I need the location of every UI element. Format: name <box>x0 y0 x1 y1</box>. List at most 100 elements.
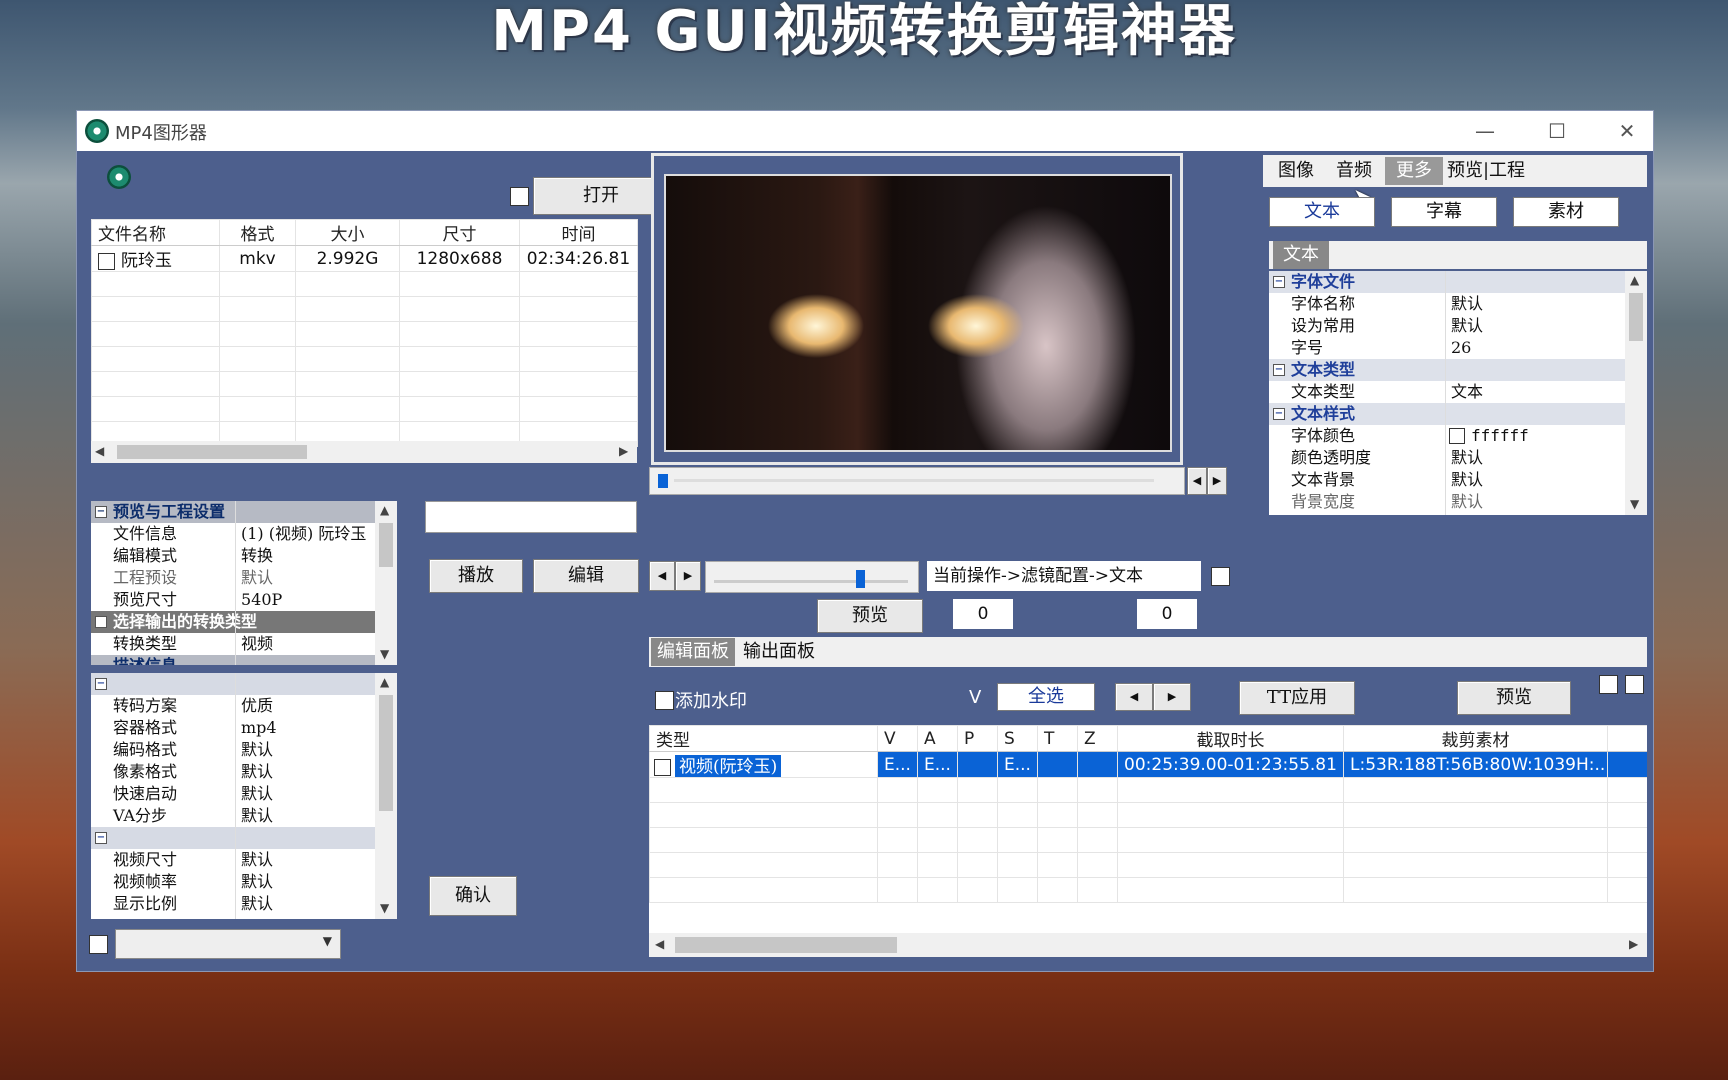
collapse-icon[interactable]: − <box>1273 408 1285 420</box>
tab-edit-panel[interactable]: 编辑面板 <box>651 638 735 666</box>
maximize-button[interactable]: ☐ <box>1535 117 1579 145</box>
col-type[interactable]: 类型 <box>649 725 878 752</box>
preview-button[interactable]: 预览 <box>817 599 923 633</box>
operation-checkbox[interactable] <box>1211 567 1230 586</box>
tab-audio[interactable]: 音频 <box>1325 157 1383 185</box>
tt-apply-button[interactable]: TT应用 <box>1239 681 1355 715</box>
col-size[interactable]: 大小 <box>295 219 400 246</box>
col-t[interactable]: T <box>1037 725 1078 752</box>
col-duration[interactable]: 截取时长 <box>1117 725 1344 752</box>
prop-row[interactable]: 转码方案 优质 <box>91 695 375 717</box>
value-field-2[interactable]: 0 <box>1137 599 1197 629</box>
scroll-left-icon[interactable]: ◀ <box>655 937 664 951</box>
collapse-icon[interactable]: − <box>1273 276 1285 288</box>
prop-row[interactable]: 字体名称 默认 <box>1269 293 1625 315</box>
prop-row[interactable]: 显示比例 默认 <box>91 893 375 915</box>
prop-row[interactable]: 工程预设 默认 <box>91 567 375 589</box>
prop-row[interactable]: 文本类型 文本 <box>1269 381 1625 403</box>
prop-row[interactable]: 快速启动 默认 <box>91 783 375 805</box>
prop-row[interactable]: 颜色透明度 默认 <box>1269 447 1625 469</box>
prop-row[interactable]: 转换类型 视频 <box>91 633 375 655</box>
value-field-1[interactable]: 0 <box>953 599 1013 629</box>
file-list-hscroll[interactable]: ◀ ▶ <box>91 441 637 463</box>
scroll-down-icon[interactable]: ▼ <box>380 901 389 915</box>
scroll-thumb[interactable] <box>379 523 393 567</box>
next-frame-button[interactable]: ▶ <box>1207 467 1227 495</box>
col-crop[interactable]: 裁剪素材 <box>1343 725 1608 752</box>
scroll-thumb[interactable] <box>117 445 307 459</box>
prop-row[interactable]: 容器格式 mp4 <box>91 717 375 739</box>
edit-table-hscroll[interactable]: ◀ ▶ <box>649 933 1647 957</box>
scroll-thumb[interactable] <box>675 937 897 953</box>
prop-row[interactable]: 像素格式 默认 <box>91 761 375 783</box>
scroll-down-icon[interactable]: ▼ <box>1630 497 1639 511</box>
open-button[interactable]: 打开 <box>533 177 669 215</box>
edit-button[interactable]: 编辑 <box>533 559 639 593</box>
scroll-thumb[interactable] <box>379 695 393 811</box>
seek-thumb[interactable] <box>658 474 668 488</box>
text-props-header[interactable]: 文本 <box>1273 241 1329 269</box>
col-p[interactable]: P <box>957 725 998 752</box>
prop-row[interactable]: 字体颜色 ffffff <box>1269 425 1625 447</box>
collapse-icon[interactable]: − <box>95 678 107 690</box>
speed-slider[interactable] <box>705 561 919 593</box>
col-filename[interactable]: 文件名称 <box>91 219 220 246</box>
edit-row-checkbox[interactable] <box>654 759 671 776</box>
font-color-swatch[interactable] <box>1449 428 1465 444</box>
prop-row[interactable]: 视频尺寸 默认 <box>91 849 375 871</box>
video-preview[interactable] <box>664 174 1172 452</box>
prop-row[interactable]: 背景宽度 默认 <box>1269 491 1625 513</box>
scroll-down-icon[interactable]: ▼ <box>380 647 389 661</box>
output-vscroll[interactable]: ▲ ▼ <box>375 673 397 919</box>
close-button[interactable]: ✕ <box>1605 117 1649 145</box>
step-back-button[interactable]: ◀ <box>649 561 675 591</box>
col-a[interactable]: A <box>917 725 958 752</box>
prop-row[interactable]: 编码格式 默认 <box>91 739 375 761</box>
step-forward-button[interactable]: ▶ <box>675 561 701 591</box>
bottom-checkbox[interactable] <box>89 935 108 954</box>
select-all-button[interactable]: 全选 <box>997 683 1095 711</box>
col-v[interactable]: V <box>877 725 918 752</box>
text-subtab-button[interactable]: 文本 <box>1269 197 1375 227</box>
text-field[interactable] <box>425 501 637 533</box>
scroll-up-icon[interactable]: ▲ <box>1630 273 1639 287</box>
prop-row[interactable]: 文本背景 默认 <box>1269 469 1625 491</box>
col-format[interactable]: 格式 <box>219 219 296 246</box>
tab-preview-project[interactable]: 预览|工程 <box>1443 157 1529 185</box>
move-left-button[interactable]: ◀ <box>1115 683 1153 711</box>
play-button[interactable]: 播放 <box>429 559 523 593</box>
prop-row[interactable]: 文件信息 (1) (视频) 阮玲玉 <box>91 523 375 545</box>
tab-image[interactable]: 图像 <box>1267 157 1325 185</box>
prop-row[interactable]: 视频帧率 默认 <box>91 871 375 893</box>
scroll-left-icon[interactable]: ◀ <box>95 444 104 458</box>
scroll-right-icon[interactable]: ▶ <box>1629 937 1638 951</box>
col-z[interactable]: Z <box>1077 725 1118 752</box>
col-dims[interactable]: 尺寸 <box>399 219 520 246</box>
panel-checkbox-2[interactable] <box>1625 675 1644 694</box>
tab-output-panel[interactable]: 输出面板 <box>737 638 821 666</box>
preview-panel-button[interactable]: 预览 <box>1457 681 1571 715</box>
slider-thumb[interactable] <box>856 570 865 588</box>
file-row-checkbox[interactable] <box>98 253 115 270</box>
watermark-checkbox[interactable] <box>655 691 674 710</box>
tab-more[interactable]: 更多 <box>1385 157 1443 185</box>
scroll-up-icon[interactable]: ▲ <box>380 503 389 517</box>
material-subtab-button[interactable]: 素材 <box>1513 197 1619 227</box>
file-row[interactable]: 阮玲玉 mkv 2.992G 1280x688 02:34:26.81 <box>91 245 638 272</box>
prop-row[interactable]: 设为常用 默认 <box>1269 315 1625 337</box>
minimize-button[interactable]: — <box>1463 117 1507 145</box>
collapse-icon[interactable]: − <box>1273 364 1285 376</box>
prev-frame-button[interactable]: ◀ <box>1187 467 1207 495</box>
edit-row-selected[interactable]: 视频(阮玲玉) E... E... E... 00:25:39.00-01:23… <box>649 751 1647 778</box>
seek-bar[interactable] <box>649 467 1185 495</box>
collapse-icon[interactable]: − <box>95 832 107 844</box>
subtitle-subtab-button[interactable]: 字幕 <box>1391 197 1497 227</box>
scroll-right-icon[interactable]: ▶ <box>619 444 628 458</box>
scroll-up-icon[interactable]: ▲ <box>380 675 389 689</box>
settings-vscroll[interactable]: ▲ ▼ <box>375 501 397 665</box>
panel-checkbox-1[interactable] <box>1599 675 1618 694</box>
col-time[interactable]: 时间 <box>519 219 638 246</box>
combo-select[interactable]: ▼ <box>115 929 341 959</box>
prop-row[interactable]: VA分步 默认 <box>91 805 375 827</box>
prop-row[interactable]: 字号 26 <box>1269 337 1625 359</box>
